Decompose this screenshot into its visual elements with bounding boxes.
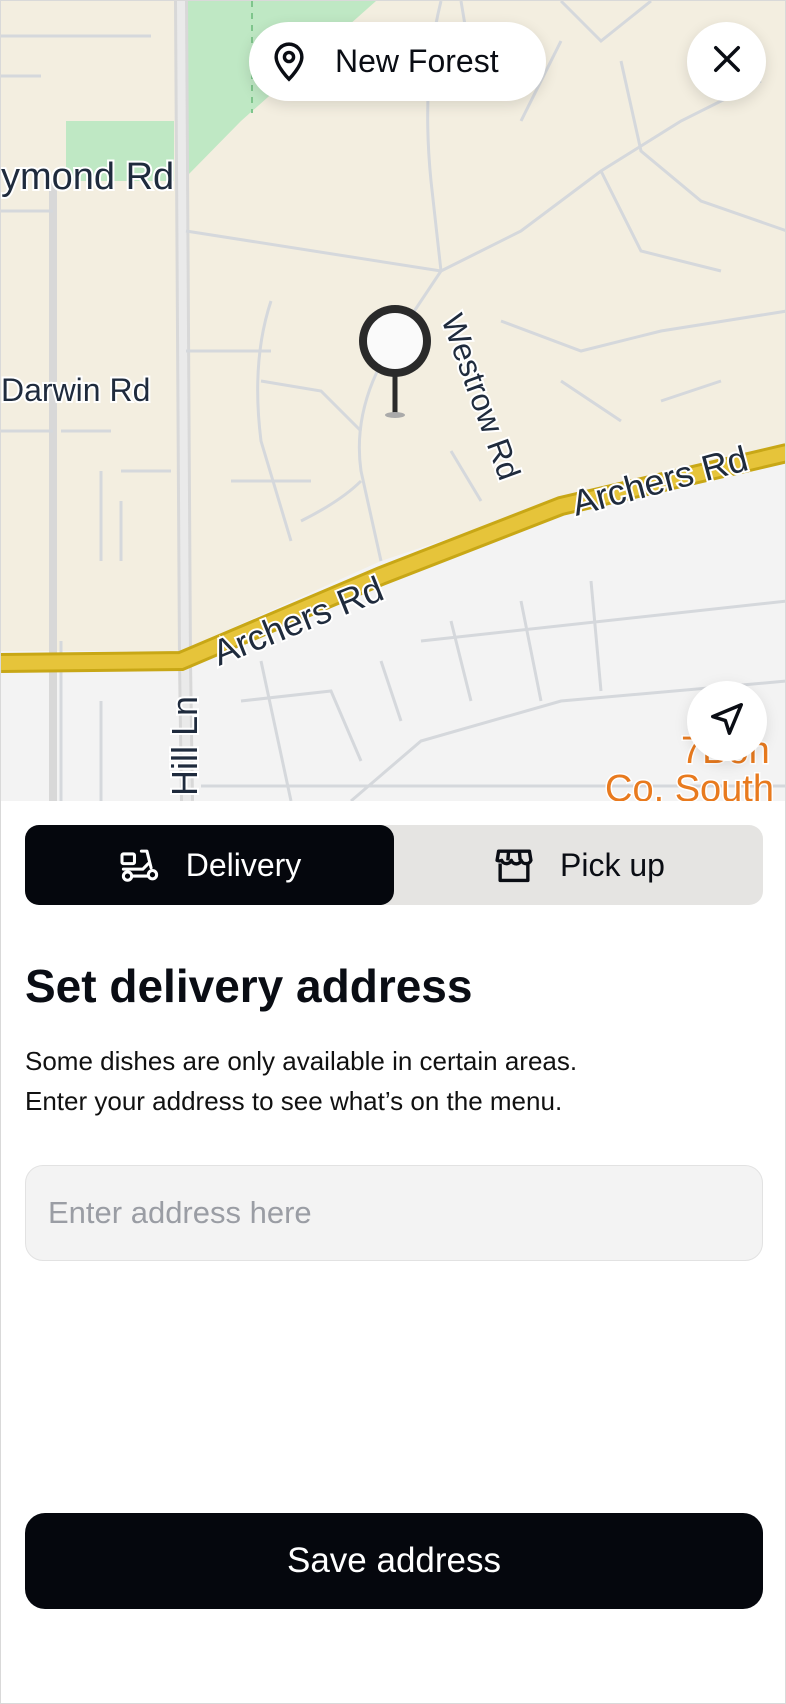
location-label: New Forest [335,43,499,79]
map-pin-icon [269,41,309,82]
street-label-hill: Hill Ln [164,696,205,796]
store-icon [492,843,536,887]
map-pin-marker[interactable] [355,301,435,421]
save-address-button[interactable]: Save address [25,1513,763,1609]
close-icon [712,44,742,79]
address-sheet: Delivery Pick up Set delivery address So… [1,801,785,1703]
street-label-raymond: ymond Rd [1,156,174,198]
tab-delivery[interactable]: Delivery [25,825,394,905]
poi-label-line2: Co. South [605,768,774,801]
street-label-darwin: Darwin Rd [1,372,150,408]
sheet-description: Some dishes are only available in certai… [25,1041,745,1121]
location-chip[interactable]: New Forest [249,22,546,101]
tab-pickup[interactable]: Pick up [394,825,763,905]
description-line-1: Some dishes are only available in certai… [25,1046,578,1076]
close-button[interactable] [687,22,766,101]
screen: ymond Rd Darwin Rd Westrow Rd Archers Rd… [0,0,786,1704]
sheet-title: Set delivery address [25,960,473,1012]
tab-pickup-label: Pick up [560,846,665,883]
map-view[interactable]: ymond Rd Darwin Rd Westrow Rd Archers Rd… [1,1,785,801]
scooter-icon [118,843,162,887]
fulfillment-toggle: Delivery Pick up [25,825,763,905]
description-line-2: Enter your address to see what’s on the … [25,1086,563,1116]
tab-delivery-label: Delivery [185,846,302,883]
address-input[interactable] [25,1165,763,1261]
locate-me-button[interactable] [687,681,767,761]
navigation-arrow-icon [708,700,746,743]
